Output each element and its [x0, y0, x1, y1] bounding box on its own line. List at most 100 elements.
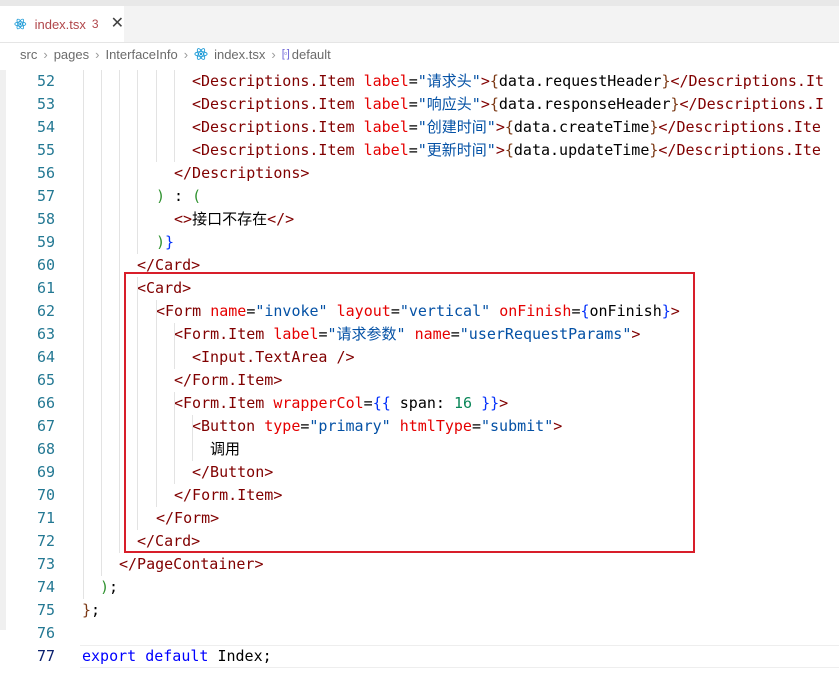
- indent-guide: [101, 70, 102, 576]
- code-token: label: [363, 95, 409, 113]
- line-number: 56: [36, 164, 55, 182]
- code-text: </Descriptions>: [174, 162, 309, 185]
- line-number: 61: [36, 279, 55, 297]
- line-number: 58: [36, 210, 55, 228]
- code-token: label: [363, 141, 409, 159]
- chevron-right-icon: ›: [43, 46, 48, 62]
- code-line[interactable]: 54 <Descriptions.Item label="创建时间">{data.…: [0, 116, 839, 139]
- breadcrumb-item-interfaceinfo[interactable]: InterfaceInfo: [105, 47, 177, 62]
- code-token: "创建时间": [417, 118, 496, 136]
- code-token: Index;: [208, 647, 272, 665]
- line-number: 57: [36, 187, 55, 205]
- code-token: }: [661, 72, 671, 90]
- breadcrumb-item-symbol[interactable]: default: [292, 47, 331, 62]
- indent-guide: [174, 70, 175, 162]
- code-token: =: [408, 118, 418, 136]
- line-number: 55: [36, 141, 55, 159]
- code-token: =: [408, 141, 418, 159]
- code-editor[interactable]: 52 <Descriptions.Item label="请求头">{data.r…: [0, 70, 839, 680]
- tab-title: index.tsx: [34, 16, 86, 32]
- line-number: 54: [36, 118, 55, 136]
- line-number: 67: [36, 417, 55, 435]
- breadcrumb-item-file[interactable]: index.tsx: [214, 47, 265, 62]
- code-token: export: [82, 647, 137, 665]
- code-token: {: [504, 118, 514, 136]
- code-token: ;: [109, 578, 119, 596]
- code-token: <Descriptions.Item: [192, 141, 364, 159]
- code-text: ) : (: [156, 185, 201, 208]
- tab-bar: index.tsx 3 ✕: [0, 6, 839, 43]
- line-number: 64: [36, 348, 55, 366]
- line-number: 52: [36, 72, 55, 90]
- close-icon[interactable]: ✕: [111, 16, 124, 32]
- line-number: 60: [36, 256, 55, 274]
- code-token: </Descriptions>: [174, 164, 310, 182]
- line-number: 59: [36, 233, 55, 251]
- code-token: label: [363, 118, 409, 136]
- line-number: 68: [36, 440, 55, 458]
- code-text: <>接口不存在</>: [174, 208, 294, 231]
- line-number: 76: [36, 624, 55, 642]
- indent-guide: [156, 70, 157, 162]
- code-text: )}: [156, 231, 174, 254]
- code-token: >: [495, 141, 505, 159]
- code-line[interactable]: 55 <Descriptions.Item label="更新时间">{data.…: [0, 139, 839, 162]
- breadcrumb-item-src[interactable]: src: [20, 47, 37, 62]
- indent-guide: [119, 70, 120, 553]
- code-token: ): [156, 233, 166, 251]
- code-line[interactable]: 53 <Descriptions.Item label="响应头">{data.r…: [0, 93, 839, 116]
- code-text: );: [100, 576, 118, 599]
- code-token: {: [489, 95, 499, 113]
- chevron-right-icon: ›: [95, 46, 100, 62]
- code-token: <Descriptions.Item: [192, 118, 364, 136]
- code-token: {: [489, 72, 499, 90]
- editor-tab-index-tsx[interactable]: index.tsx 3 ✕: [0, 6, 124, 42]
- code-line[interactable]: 59)}: [0, 231, 839, 254]
- line-number: 53: [36, 95, 55, 113]
- code-token: data.createTime: [513, 118, 650, 136]
- code-token: >: [480, 95, 490, 113]
- line-number: 70: [36, 486, 55, 504]
- indent-guide: [83, 70, 84, 599]
- code-line[interactable]: 73 </PageContainer>: [0, 553, 839, 576]
- code-line[interactable]: 77 export default Index;: [0, 645, 839, 668]
- code-text: <Descriptions.Item label="创建时间">{data.cr…: [192, 116, 821, 139]
- line-number: 63: [36, 325, 55, 343]
- code-token: :: [165, 187, 193, 205]
- react-icon: [14, 18, 27, 30]
- symbol-variable-icon: [◦]: [281, 48, 290, 60]
- breadcrumb-item-pages[interactable]: pages: [54, 47, 89, 62]
- code-line[interactable]: 52 <Descriptions.Item label="请求头">{data.r…: [0, 70, 839, 93]
- code-token: }: [165, 233, 175, 251]
- code-token: <>: [174, 210, 193, 228]
- line-number: 72: [36, 532, 55, 550]
- line-number: 74: [36, 578, 55, 596]
- code-line[interactable]: 57 ) : (: [0, 185, 839, 208]
- code-text: <Descriptions.Item label="更新时间">{data.up…: [192, 139, 821, 162]
- code-token: </Descriptions.Ite: [658, 141, 821, 159]
- code-text: };: [82, 599, 100, 622]
- code-text: <Descriptions.Item label="响应头">{data.res…: [192, 93, 824, 116]
- code-token: data.responseHeader: [498, 95, 671, 113]
- code-token: </Descriptions.I: [679, 95, 825, 113]
- code-line[interactable]: 76: [0, 622, 839, 645]
- code-text: </PageContainer>: [119, 553, 264, 576]
- code-token: }: [670, 95, 680, 113]
- code-token: <Descriptions.Item: [192, 95, 364, 113]
- code-line[interactable]: 58 <>接口不存在</>: [0, 208, 839, 231]
- problems-count-badge: 3: [91, 17, 99, 31]
- line-number: 73: [36, 555, 55, 573]
- code-token: </Descriptions.It: [670, 72, 825, 90]
- code-token: default: [145, 647, 209, 665]
- code-line[interactable]: 75};: [0, 599, 839, 622]
- code-line[interactable]: 56 </Descriptions>: [0, 162, 839, 185]
- line-number: 69: [36, 463, 55, 481]
- code-line[interactable]: 74);: [0, 576, 839, 599]
- indent-guide: [137, 70, 138, 254]
- code-token: (: [192, 187, 202, 205]
- code-token: </>: [267, 210, 295, 228]
- line-number: 71: [36, 509, 55, 527]
- code-token: "响应头": [417, 95, 481, 113]
- code-token: data.updateTime: [513, 141, 650, 159]
